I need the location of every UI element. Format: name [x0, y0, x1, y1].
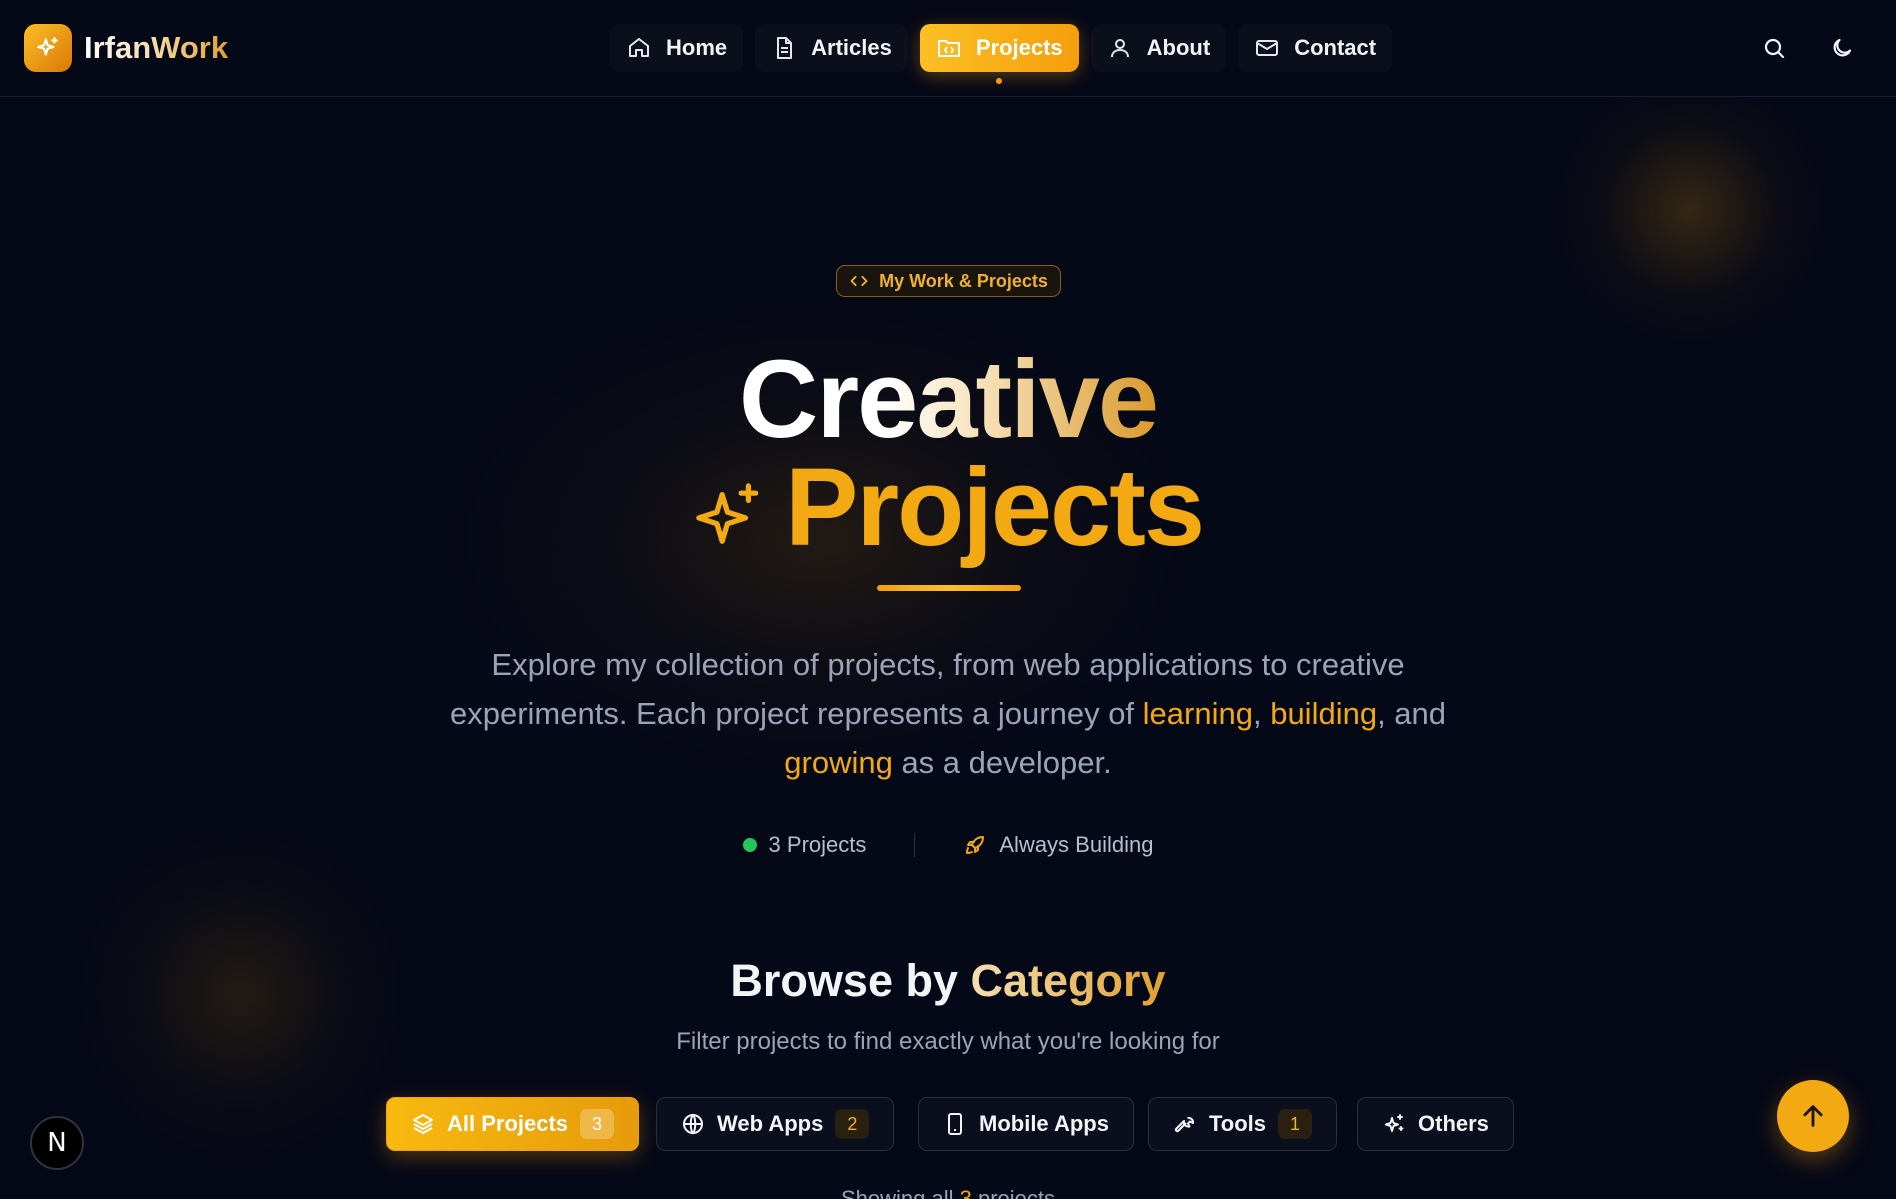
hero-title-line2: Projects: [0, 448, 1896, 568]
user-icon: [1107, 35, 1133, 61]
nav-label: About: [1146, 35, 1211, 60]
smartphone-icon: [948, 1113, 962, 1135]
chip-count-badge: 2: [835, 1109, 870, 1139]
desc-highlight: learning: [1142, 696, 1253, 731]
code-icon: [850, 275, 868, 287]
document-icon: [771, 35, 797, 61]
filter-others[interactable]: Others: [1357, 1097, 1514, 1151]
chip-count-badge: 1: [1278, 1109, 1313, 1139]
nextjs-logo-icon: N: [47, 1128, 67, 1158]
desc-highlight: building: [1270, 696, 1378, 731]
nav-item-home[interactable]: Home: [610, 24, 744, 72]
brand-link[interactable]: IrfanWork: [24, 24, 228, 72]
nav-item-about[interactable]: About: [1090, 24, 1227, 72]
filter-tools[interactable]: Tools 1: [1148, 1097, 1338, 1151]
active-indicator: [996, 78, 1003, 84]
filter-web-apps[interactable]: Web Apps 2: [656, 1097, 895, 1151]
category-title: Browse by Category: [0, 955, 1896, 1007]
chip-label: Web Apps: [717, 1111, 824, 1136]
desc-text: as a developer.: [892, 745, 1112, 780]
main-nav: Home Articles Projects About Contact: [610, 24, 1393, 84]
stat-divider: [914, 833, 916, 857]
wrench-icon: [1174, 1116, 1194, 1133]
chip-label: Others: [1418, 1111, 1489, 1136]
nav-label: Contact: [1294, 35, 1377, 60]
category-title-highlight: Category: [970, 955, 1166, 1006]
brand-name: IrfanWork: [84, 30, 229, 65]
home-icon: [626, 35, 652, 61]
desc-text: , and: [1377, 696, 1447, 731]
mail-icon: [1254, 35, 1280, 61]
section-badge: My Work & Projects: [836, 265, 1061, 297]
nav-label: Home: [666, 35, 728, 60]
status-dot-icon: [742, 838, 757, 852]
results-summary: Showing all 3 projects: [0, 1186, 1896, 1199]
rocket-icon: [966, 836, 985, 854]
navbar: IrfanWork Home Articles Projects About C…: [0, 0, 1896, 97]
layers-icon: [413, 1114, 433, 1134]
search-icon: [1764, 38, 1785, 59]
desc-highlight: growing: [784, 745, 893, 780]
stat-projects: 3 Projects: [742, 832, 867, 858]
nav-actions: [1756, 30, 1860, 66]
theme-toggle-button[interactable]: [1824, 30, 1860, 66]
nav-label: Projects: [975, 35, 1063, 60]
globe-icon: [683, 1113, 703, 1135]
background-glow: [1540, 80, 1840, 340]
nav-label: Articles: [811, 35, 892, 60]
title-underline: [877, 585, 1021, 591]
sparkles-logo-icon: [24, 24, 72, 72]
moon-icon: [1833, 38, 1852, 57]
filter-all-projects[interactable]: All Projects 3: [386, 1097, 640, 1151]
hero-description: Explore my collection of projects, from …: [448, 640, 1448, 787]
summary-text: projects: [971, 1186, 1056, 1199]
arrow-up-icon: [1803, 1105, 1823, 1127]
sparkles-icon: [1385, 1114, 1404, 1132]
nav-item-projects[interactable]: Projects: [919, 24, 1079, 84]
category-title-text: Browse by: [730, 955, 958, 1006]
hero-stats: 3 Projects Always Building: [0, 832, 1896, 858]
desc-text: ,: [1252, 696, 1271, 731]
hero-title-text: Creative: [738, 338, 1159, 461]
badge-label: My Work & Projects: [879, 270, 1048, 291]
sparkles-icon: [696, 483, 759, 544]
chip-label: Mobile Apps: [979, 1111, 1109, 1136]
stat-building: Always Building: [963, 832, 1153, 858]
nextjs-dev-badge[interactable]: N: [30, 1116, 84, 1170]
nav-item-contact[interactable]: Contact: [1238, 24, 1393, 72]
scroll-to-top-button[interactable]: [1777, 1080, 1849, 1152]
hero-title-highlight: Projects: [784, 446, 1205, 569]
folder-code-icon: [936, 35, 962, 61]
chip-count-badge: 3: [580, 1109, 615, 1139]
category-subtitle: Filter projects to find exactly what you…: [676, 1028, 1220, 1055]
summary-count: 3: [959, 1186, 972, 1199]
filter-mobile-apps[interactable]: Mobile Apps: [918, 1097, 1134, 1151]
search-button[interactable]: [1756, 30, 1792, 66]
chip-label: All Projects: [447, 1111, 569, 1136]
stat-label: Always Building: [999, 832, 1154, 857]
chip-label: Tools: [1209, 1111, 1267, 1136]
hero-title-line1: Creative: [0, 340, 1896, 460]
stat-label: 3 Projects: [768, 832, 867, 857]
nav-item-articles[interactable]: Articles: [755, 24, 908, 72]
summary-text: Showing all: [840, 1186, 960, 1199]
